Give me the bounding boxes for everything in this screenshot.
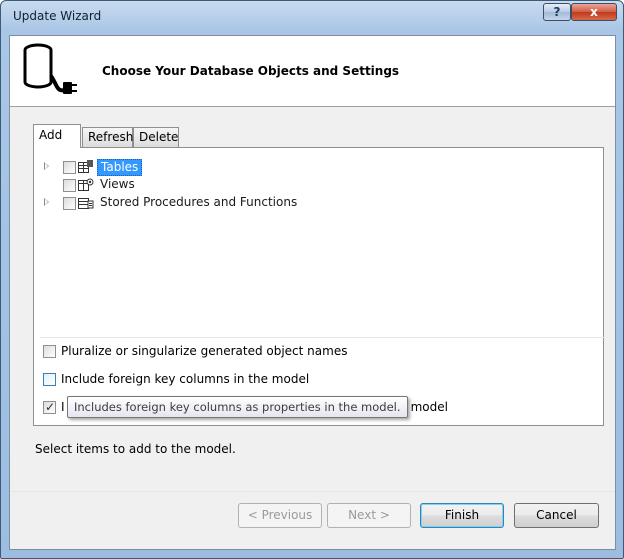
tab-add-label: Add (39, 128, 63, 142)
view-icon (78, 178, 94, 191)
wizard-header: Choose Your Database Objects and Setting… (10, 36, 615, 107)
status-text: Select items to add to the model. (35, 442, 236, 456)
previous-button[interactable]: < Previous (238, 503, 322, 528)
update-wizard-window: Update Wizard ? x Choose Your Database O… (0, 0, 624, 559)
page-title: Choose Your Database Objects and Setting… (102, 64, 400, 78)
finish-button[interactable]: Finish (420, 503, 504, 528)
close-button[interactable]: x (571, 3, 617, 21)
footer-divider (10, 491, 615, 492)
foreign-key-option[interactable]: Include foreign key columns in the model (43, 371, 583, 389)
tree-node-views[interactable]: Views (40, 176, 440, 194)
pluralize-label: Pluralize or singularize generated objec… (61, 344, 348, 358)
stored-procedure-icon (78, 198, 94, 209)
tab-refresh[interactable]: Refresh (82, 127, 133, 147)
help-button[interactable]: ? (543, 3, 571, 21)
foreign-key-tooltip: Includes foreign key columns as properti… (67, 396, 408, 418)
tree-node-label: Stored Procedures and Functions (100, 195, 298, 209)
wizard-body: Choose Your Database Objects and Setting… (9, 35, 616, 550)
expand-arrow-icon[interactable] (44, 198, 49, 206)
add-tab-panel: Tables Views Stored Procedures and Funct… (33, 147, 605, 426)
import-procedures-label-start: I (61, 400, 65, 414)
import-procedures-checkbox[interactable]: ✓ (43, 400, 56, 414)
stored-procedures-checkbox[interactable] (63, 197, 76, 210)
pluralize-checkbox[interactable] (43, 345, 56, 358)
tables-checkbox[interactable] (63, 161, 76, 174)
close-icon: x (590, 5, 598, 19)
tab-delete[interactable]: Delete (133, 127, 179, 147)
foreign-key-label: Include foreign key columns in the model (61, 372, 310, 386)
tab-delete-label: Delete (139, 130, 179, 144)
tab-add[interactable]: Add (33, 124, 81, 148)
pluralize-option[interactable]: Pluralize or singularize generated objec… (43, 343, 583, 361)
checkmark-icon: ✓ (45, 400, 56, 414)
cancel-button[interactable]: Cancel (514, 503, 599, 528)
title-bar[interactable]: Update Wizard ? x (1, 1, 623, 35)
views-checkbox[interactable] (63, 179, 76, 192)
next-button[interactable]: Next > (327, 503, 411, 528)
tree-node-label: Tables (97, 159, 143, 176)
foreign-key-checkbox[interactable] (43, 373, 56, 386)
database-plug-icon (23, 43, 77, 94)
tree-node-tables[interactable]: Tables (40, 158, 440, 176)
tree-node-stored-procedures[interactable]: Stored Procedures and Functions (40, 194, 440, 212)
tab-refresh-label: Refresh (88, 130, 134, 144)
help-icon: ? (553, 5, 561, 19)
window-title: Update Wizard (13, 9, 102, 23)
database-objects-tree[interactable]: Tables Views Stored Procedures and Funct… (40, 152, 605, 338)
tree-node-label: Views (100, 177, 135, 191)
expand-arrow-icon[interactable] (44, 162, 49, 170)
table-icon (78, 160, 93, 173)
